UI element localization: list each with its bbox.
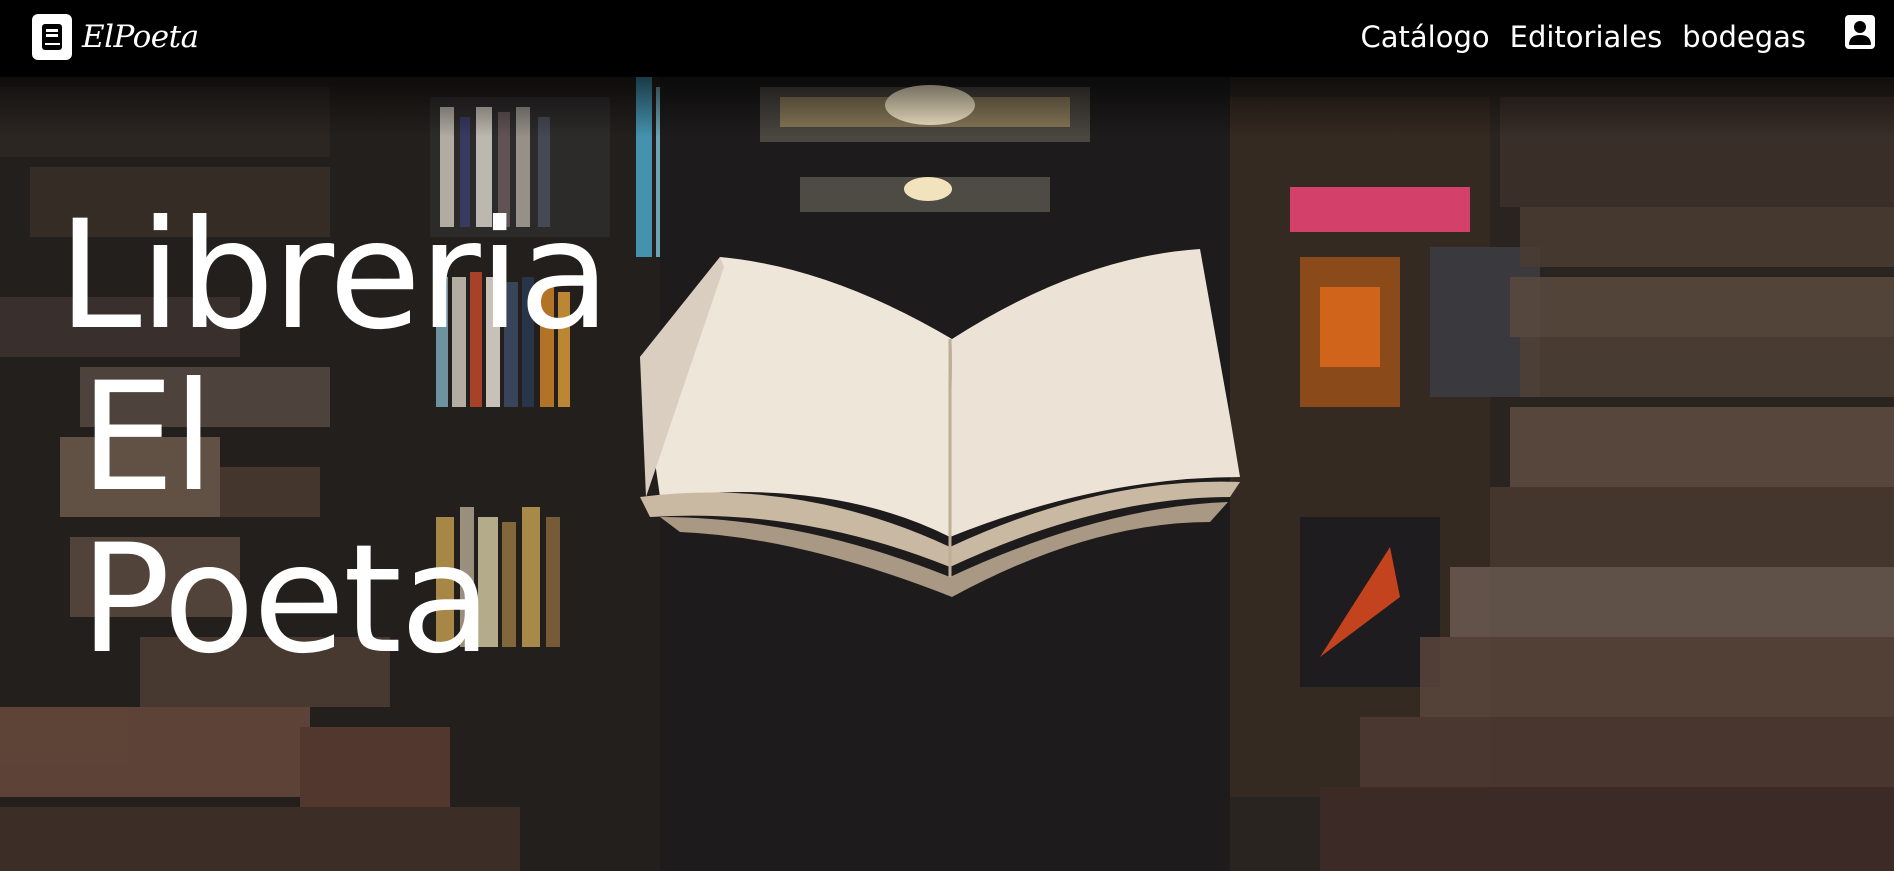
navbar: ElPoeta Catálogo Editoriales bodegas: [0, 0, 1894, 77]
brand-link[interactable]: ElPoeta: [32, 14, 199, 60]
nav-link-catalogo[interactable]: Catálogo: [1361, 17, 1490, 57]
main-nav: Catálogo Editoriales bodegas: [1361, 17, 1807, 57]
book-icon: [32, 14, 72, 60]
brand-name: ElPoeta: [82, 19, 199, 55]
hero-title-line-1: Libreria: [58, 189, 610, 363]
user-square-icon: [1845, 15, 1875, 53]
user-account-button[interactable]: [1844, 15, 1876, 53]
hero-top-shadow: [0, 77, 1894, 137]
hero-banner: Libreria El Poeta: [0, 77, 1894, 871]
nav-link-bodegas[interactable]: bodegas: [1682, 17, 1806, 57]
nav-link-editoriales[interactable]: Editoriales: [1510, 17, 1663, 57]
hero-title: Libreria El Poeta: [58, 189, 610, 687]
hero-title-line-3: Poeta: [80, 513, 492, 687]
hero-title-line-2: El: [80, 351, 214, 525]
